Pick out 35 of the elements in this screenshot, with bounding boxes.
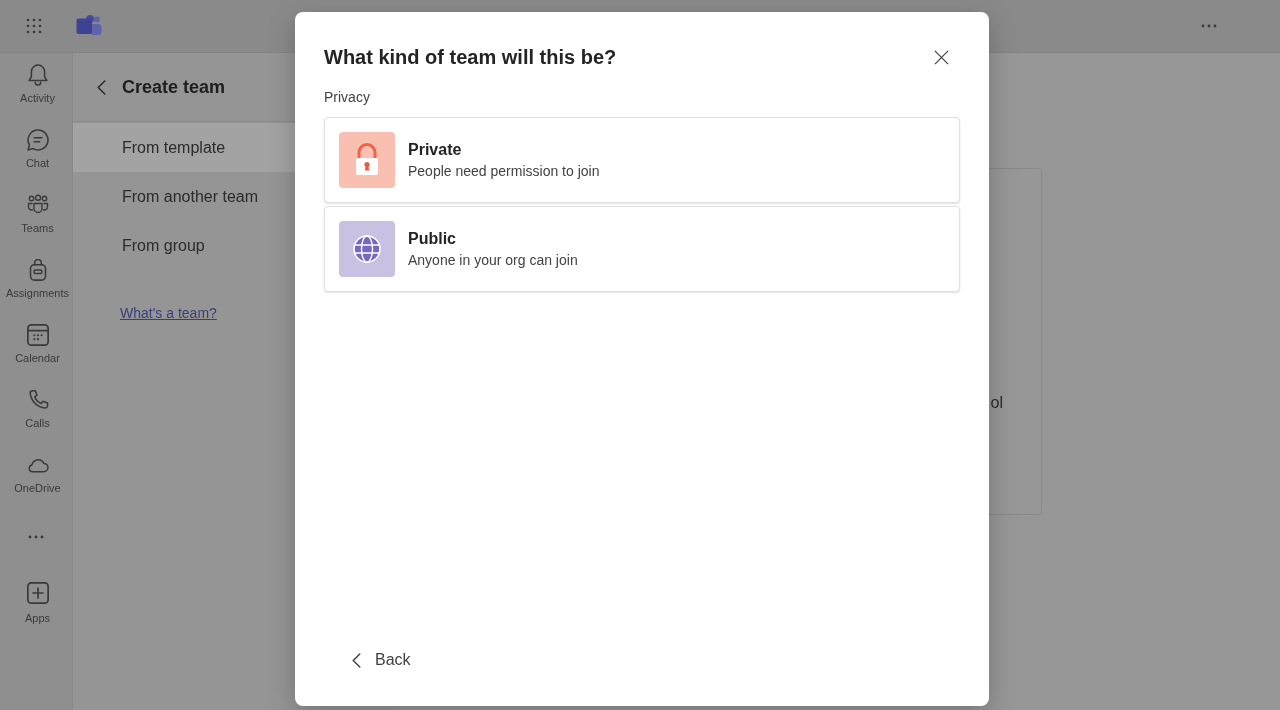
- rail-item[interactable]: Activity: [0, 53, 72, 118]
- panel-title: Create team: [122, 76, 226, 98]
- chevron-left-icon[interactable]: [97, 79, 106, 95]
- help-link[interactable]: What's a team?: [120, 305, 217, 321]
- bell-icon: [26, 64, 49, 86]
- phone-icon: [26, 389, 49, 411]
- more-icon[interactable]: [28, 535, 44, 539]
- rail-item[interactable]: Chat: [0, 118, 72, 183]
- card-text: ol: [990, 394, 1003, 411]
- rail-item[interactable]: Apps: [0, 566, 72, 631]
- option-title: Private: [408, 140, 463, 160]
- close-icon[interactable]: [934, 49, 949, 65]
- people-icon: [26, 194, 49, 216]
- rail-item[interactable]: Assignments: [0, 248, 72, 313]
- calendar-icon: [26, 324, 49, 346]
- rail-item[interactable]: Calls: [0, 378, 72, 443]
- app-grid-icon[interactable]: [26, 18, 42, 34]
- logo-icon: [76, 14, 102, 38]
- section-label: Privacy: [324, 88, 371, 107]
- option-title: Public: [408, 229, 457, 249]
- lock-icon: [339, 132, 395, 188]
- option-description: People need permission to join: [408, 162, 600, 181]
- chevron-left-icon: [352, 652, 361, 668]
- more-icon[interactable]: [1201, 24, 1217, 28]
- chat-bubble-icon: [26, 129, 49, 151]
- cloud-icon: [26, 458, 49, 473]
- rail-item[interactable]: Calendar: [0, 313, 72, 378]
- privacy-option-card[interactable]: Private People need permission to join: [324, 117, 960, 203]
- plus-square-icon: [26, 582, 49, 604]
- rail-item[interactable]: OneDrive: [0, 443, 72, 508]
- option-description: Anyone in your org can join: [408, 251, 578, 270]
- privacy-option-card[interactable]: Public Anyone in your org can join: [324, 206, 960, 292]
- dialog-title: What kind of team will this be?: [324, 45, 617, 70]
- rail-item[interactable]: Teams: [0, 183, 72, 248]
- globe-icon: [339, 221, 395, 277]
